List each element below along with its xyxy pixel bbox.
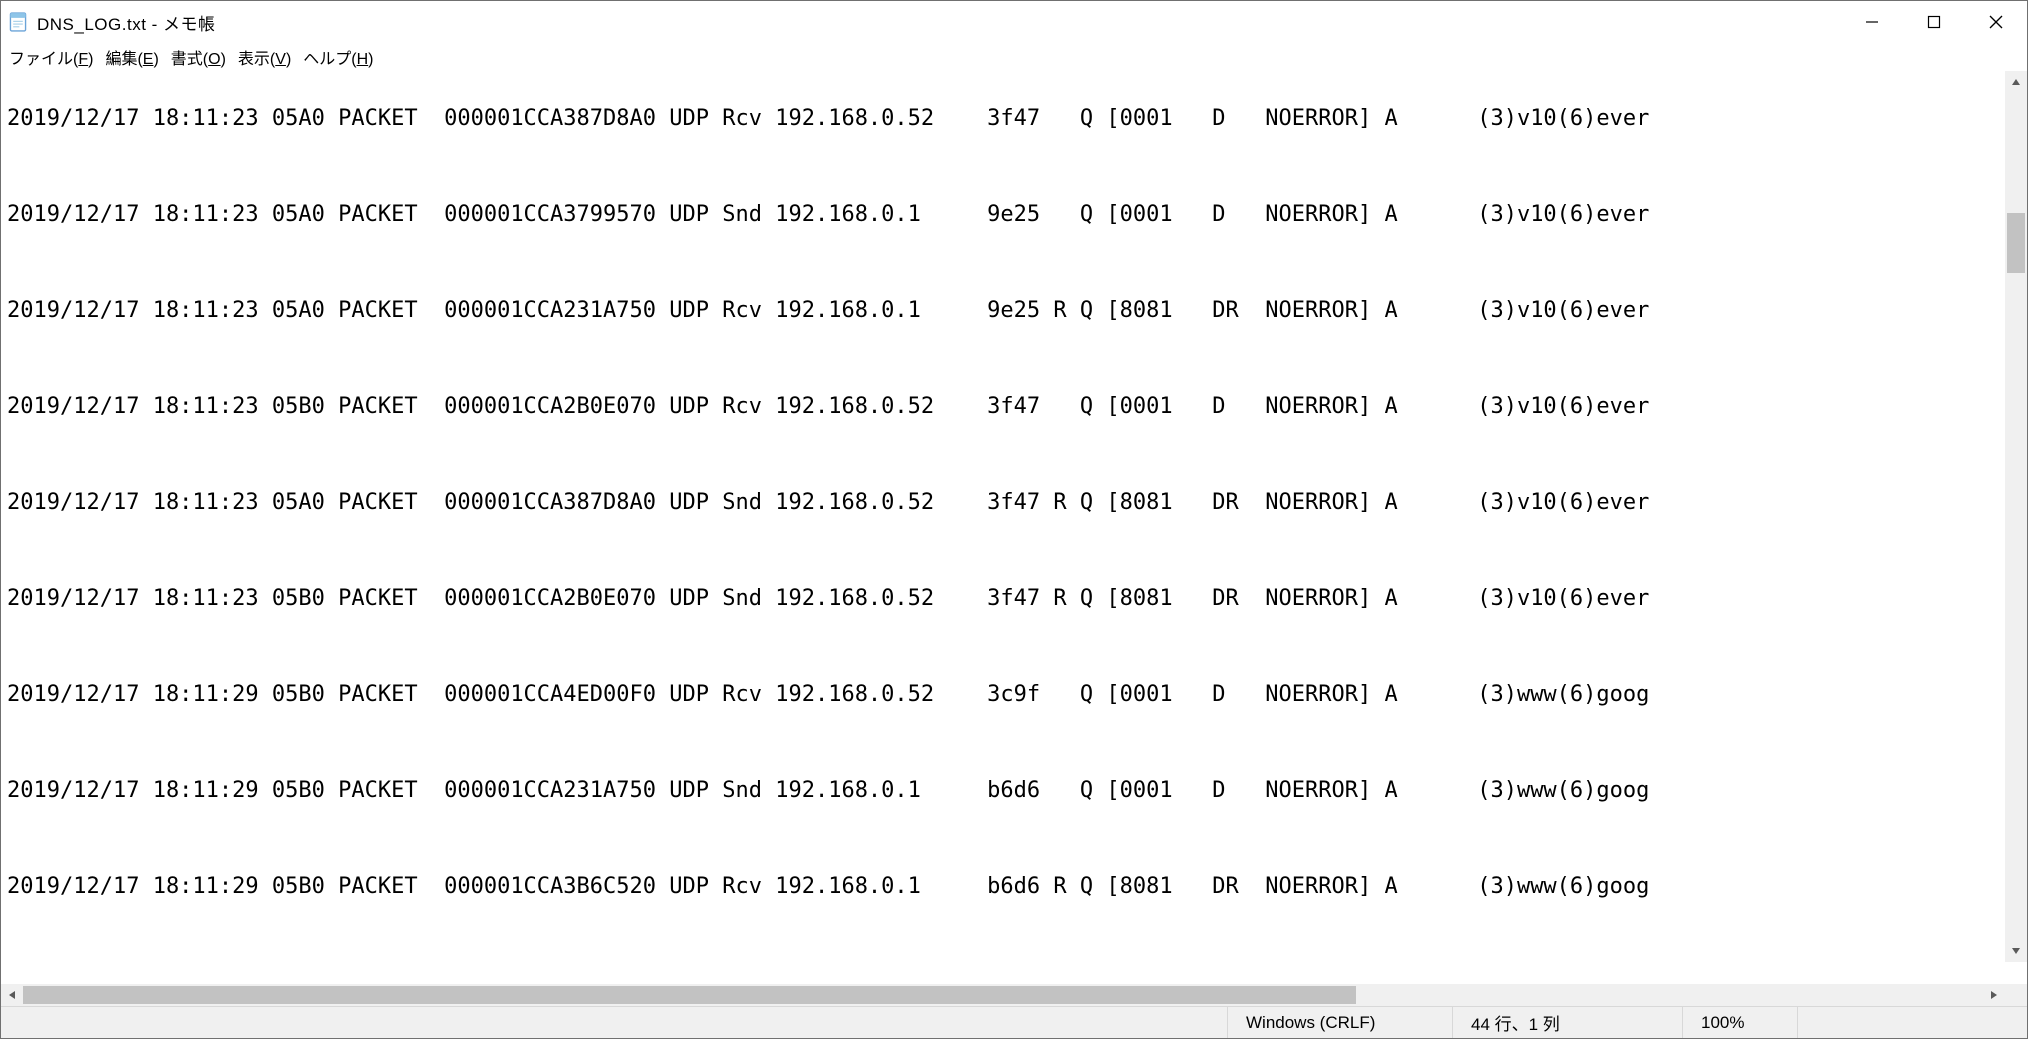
menu-view-post: ) bbox=[286, 51, 291, 68]
menubar: ファイル(F) 編集(E) 書式(O) 表示(V) ヘルプ(H) bbox=[1, 43, 2027, 71]
menu-format-pre: 書式( bbox=[171, 51, 208, 68]
vertical-scrollbar[interactable] bbox=[2005, 71, 2027, 962]
client-area: 2019/12/17 18:11:23 05A0 PACKET 000001CC… bbox=[1, 71, 2027, 1006]
vertical-scroll-thumb[interactable] bbox=[2007, 213, 2025, 273]
notepad-icon bbox=[7, 11, 29, 33]
horizontal-scroll-thumb[interactable] bbox=[23, 986, 1356, 1004]
text-area[interactable]: 2019/12/17 18:11:23 05A0 PACKET 000001CC… bbox=[7, 95, 2003, 962]
statusbar: Windows (CRLF) 44 行、1 列 100% bbox=[1, 1006, 2027, 1038]
close-button[interactable] bbox=[1965, 1, 2027, 43]
scroll-down-arrow-icon[interactable] bbox=[2005, 940, 2027, 962]
menu-view-hotkey: V bbox=[275, 51, 286, 68]
status-cursor-position: 44 行、1 列 bbox=[1452, 1007, 1682, 1038]
scroll-up-arrow-icon[interactable] bbox=[2005, 71, 2027, 93]
menu-file-hotkey: F bbox=[78, 51, 88, 68]
status-empty-left bbox=[1, 1007, 1227, 1038]
maximize-button[interactable] bbox=[1903, 1, 1965, 43]
menu-view[interactable]: 表示(V) bbox=[232, 43, 297, 71]
status-line-ending: Windows (CRLF) bbox=[1227, 1007, 1452, 1038]
notepad-window: DNS_LOG.txt - メモ帳 ファイル(F) 編集(E) 書式(O bbox=[0, 0, 2028, 1039]
window-title: DNS_LOG.txt - メモ帳 bbox=[37, 10, 216, 35]
menu-format-post: ) bbox=[221, 51, 226, 68]
status-empty-right bbox=[1797, 1007, 2027, 1038]
minimize-button[interactable] bbox=[1841, 1, 1903, 43]
menu-format-hotkey: O bbox=[208, 51, 220, 68]
horizontal-scroll-track[interactable] bbox=[23, 984, 1983, 1006]
menu-help[interactable]: ヘルプ(H) bbox=[297, 43, 379, 71]
menu-help-post: ) bbox=[368, 51, 373, 68]
window-controls bbox=[1841, 1, 2027, 43]
menu-help-hotkey: H bbox=[357, 51, 369, 68]
menu-file-pre: ファイル( bbox=[9, 51, 78, 68]
menu-file-post: ) bbox=[88, 51, 93, 68]
status-zoom: 100% bbox=[1682, 1007, 1797, 1038]
titlebar[interactable]: DNS_LOG.txt - メモ帳 bbox=[1, 1, 2027, 43]
text-viewport: 2019/12/17 18:11:23 05A0 PACKET 000001CC… bbox=[1, 71, 2027, 984]
menu-view-pre: 表示( bbox=[238, 51, 275, 68]
horizontal-scrollbar[interactable] bbox=[1, 984, 2027, 1006]
menu-file[interactable]: ファイル(F) bbox=[3, 43, 99, 71]
menu-edit-pre: 編集( bbox=[105, 51, 142, 68]
scroll-left-arrow-icon[interactable] bbox=[1, 984, 23, 1006]
vertical-scroll-track[interactable] bbox=[2005, 93, 2027, 940]
scrollbar-corner bbox=[2005, 984, 2027, 1006]
menu-help-pre: ヘルプ( bbox=[303, 51, 356, 68]
menu-edit[interactable]: 編集(E) bbox=[99, 43, 164, 71]
scroll-right-arrow-icon[interactable] bbox=[1983, 984, 2005, 1006]
menu-edit-post: ) bbox=[153, 51, 158, 68]
menu-edit-hotkey: E bbox=[143, 51, 154, 68]
menu-format[interactable]: 書式(O) bbox=[165, 43, 232, 71]
